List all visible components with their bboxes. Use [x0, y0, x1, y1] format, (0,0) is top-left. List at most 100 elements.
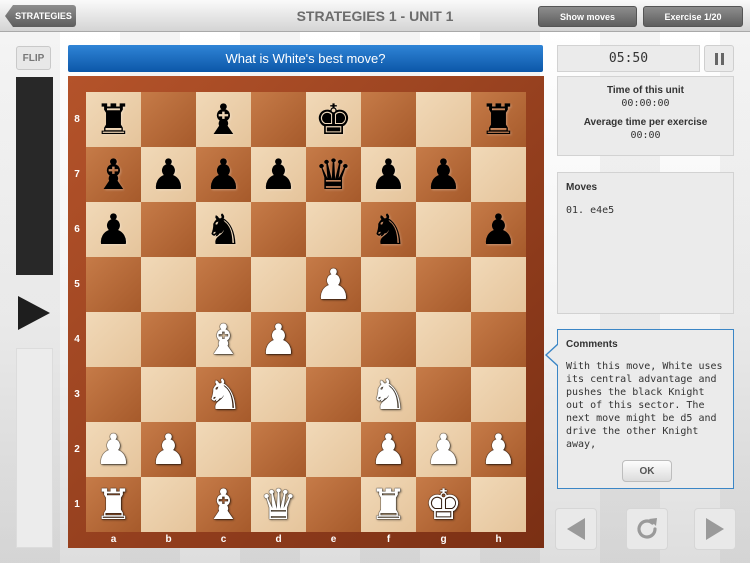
- white-pawn-icon[interactable]: ♟: [480, 428, 518, 471]
- square-h4[interactable]: [471, 312, 526, 367]
- white-pawn-icon[interactable]: ♟: [370, 428, 408, 471]
- square-d1[interactable]: ♛: [251, 477, 306, 532]
- square-d8[interactable]: [251, 92, 306, 147]
- square-f2[interactable]: ♟: [361, 422, 416, 477]
- square-b4[interactable]: [141, 312, 196, 367]
- black-bishop-icon[interactable]: ♝: [205, 98, 243, 141]
- square-c8[interactable]: ♝: [196, 92, 251, 147]
- square-e5[interactable]: ♟: [306, 257, 361, 312]
- black-king-icon[interactable]: ♚: [315, 98, 353, 141]
- square-f3[interactable]: ♞: [361, 367, 416, 422]
- chess-board[interactable]: ♜ ♝ ♚ ♜ ♝ ♟ ♟ ♟ ♛ ♟ ♟ ♟ ♞ ♞ ♟ ♟ ♝ ♟ ♞ ♞ ♟ ♟ ♟ ♟ ♟ ♜ ♝ ♛ ♜ ♚: [86, 92, 526, 532]
- square-e2[interactable]: [306, 422, 361, 477]
- square-b8[interactable]: [141, 92, 196, 147]
- square-h5[interactable]: [471, 257, 526, 312]
- square-h8[interactable]: ♜: [471, 92, 526, 147]
- square-h6[interactable]: ♟: [471, 202, 526, 257]
- black-rook-icon[interactable]: ♜: [95, 98, 133, 141]
- black-pawn-icon[interactable]: ♟: [480, 208, 518, 251]
- square-d3[interactable]: [251, 367, 306, 422]
- white-king-icon[interactable]: ♚: [425, 483, 463, 526]
- square-a5[interactable]: [86, 257, 141, 312]
- square-e6[interactable]: [306, 202, 361, 257]
- square-e1[interactable]: [306, 477, 361, 532]
- square-e8[interactable]: ♚: [306, 92, 361, 147]
- black-pawn-icon[interactable]: ♟: [150, 153, 188, 196]
- white-pawn-icon[interactable]: ♟: [150, 428, 188, 471]
- square-g7[interactable]: ♟: [416, 147, 471, 202]
- black-rook-icon[interactable]: ♜: [480, 98, 518, 141]
- white-rook-icon[interactable]: ♜: [370, 483, 408, 526]
- square-c3[interactable]: ♞: [196, 367, 251, 422]
- square-f7[interactable]: ♟: [361, 147, 416, 202]
- square-d5[interactable]: [251, 257, 306, 312]
- arrow-left-icon[interactable]: [555, 508, 597, 550]
- square-b5[interactable]: [141, 257, 196, 312]
- black-queen-icon[interactable]: ♛: [315, 153, 353, 196]
- square-a8[interactable]: ♜: [86, 92, 141, 147]
- square-g3[interactable]: [416, 367, 471, 422]
- square-g6[interactable]: [416, 202, 471, 257]
- square-b1[interactable]: [141, 477, 196, 532]
- square-h3[interactable]: [471, 367, 526, 422]
- square-c5[interactable]: [196, 257, 251, 312]
- white-pawn-icon[interactable]: ♟: [95, 428, 133, 471]
- white-pawn-icon[interactable]: ♟: [425, 428, 463, 471]
- square-h1[interactable]: [471, 477, 526, 532]
- square-h7[interactable]: [471, 147, 526, 202]
- white-bishop-icon[interactable]: ♝: [205, 483, 243, 526]
- flip-button[interactable]: FLIP: [16, 46, 51, 70]
- black-bishop-icon[interactable]: ♝: [95, 153, 133, 196]
- square-c2[interactable]: [196, 422, 251, 477]
- black-knight-icon[interactable]: ♞: [370, 208, 408, 251]
- black-pawn-icon[interactable]: ♟: [370, 153, 408, 196]
- square-b2[interactable]: ♟: [141, 422, 196, 477]
- square-b7[interactable]: ♟: [141, 147, 196, 202]
- square-b3[interactable]: [141, 367, 196, 422]
- black-pawn-icon[interactable]: ♟: [425, 153, 463, 196]
- square-f5[interactable]: [361, 257, 416, 312]
- square-g5[interactable]: [416, 257, 471, 312]
- square-d6[interactable]: [251, 202, 306, 257]
- white-knight-icon[interactable]: ♞: [370, 373, 408, 416]
- ok-button[interactable]: OK: [622, 460, 672, 482]
- square-f8[interactable]: [361, 92, 416, 147]
- square-e3[interactable]: [306, 367, 361, 422]
- square-h2[interactable]: ♟: [471, 422, 526, 477]
- square-d7[interactable]: ♟: [251, 147, 306, 202]
- square-a2[interactable]: ♟: [86, 422, 141, 477]
- play-icon[interactable]: [16, 295, 52, 331]
- white-pawn-icon[interactable]: ♟: [260, 318, 298, 361]
- black-pawn-icon[interactable]: ♟: [260, 153, 298, 196]
- pause-icon[interactable]: [704, 45, 734, 72]
- black-knight-icon[interactable]: ♞: [205, 208, 243, 251]
- show-moves-button[interactable]: Show moves: [538, 6, 637, 27]
- square-e7[interactable]: ♛: [306, 147, 361, 202]
- square-d2[interactable]: [251, 422, 306, 477]
- square-a6[interactable]: ♟: [86, 202, 141, 257]
- back-button[interactable]: STRATEGIES: [5, 5, 76, 27]
- square-f1[interactable]: ♜: [361, 477, 416, 532]
- square-a3[interactable]: [86, 367, 141, 422]
- square-c6[interactable]: ♞: [196, 202, 251, 257]
- white-pawn-icon[interactable]: ♟: [315, 263, 353, 306]
- white-queen-icon[interactable]: ♛: [260, 483, 298, 526]
- black-pawn-icon[interactable]: ♟: [205, 153, 243, 196]
- square-g8[interactable]: [416, 92, 471, 147]
- square-f4[interactable]: [361, 312, 416, 367]
- square-a4[interactable]: [86, 312, 141, 367]
- square-c4[interactable]: ♝: [196, 312, 251, 367]
- square-b6[interactable]: [141, 202, 196, 257]
- square-f6[interactable]: ♞: [361, 202, 416, 257]
- refresh-icon[interactable]: [626, 508, 668, 550]
- square-a1[interactable]: ♜: [86, 477, 141, 532]
- square-c7[interactable]: ♟: [196, 147, 251, 202]
- square-d4[interactable]: ♟: [251, 312, 306, 367]
- square-a7[interactable]: ♝: [86, 147, 141, 202]
- exercise-button[interactable]: Exercise 1/20: [643, 6, 743, 27]
- white-bishop-icon[interactable]: ♝: [205, 318, 243, 361]
- square-g1[interactable]: ♚: [416, 477, 471, 532]
- white-knight-icon[interactable]: ♞: [205, 373, 243, 416]
- square-e4[interactable]: [306, 312, 361, 367]
- square-g4[interactable]: [416, 312, 471, 367]
